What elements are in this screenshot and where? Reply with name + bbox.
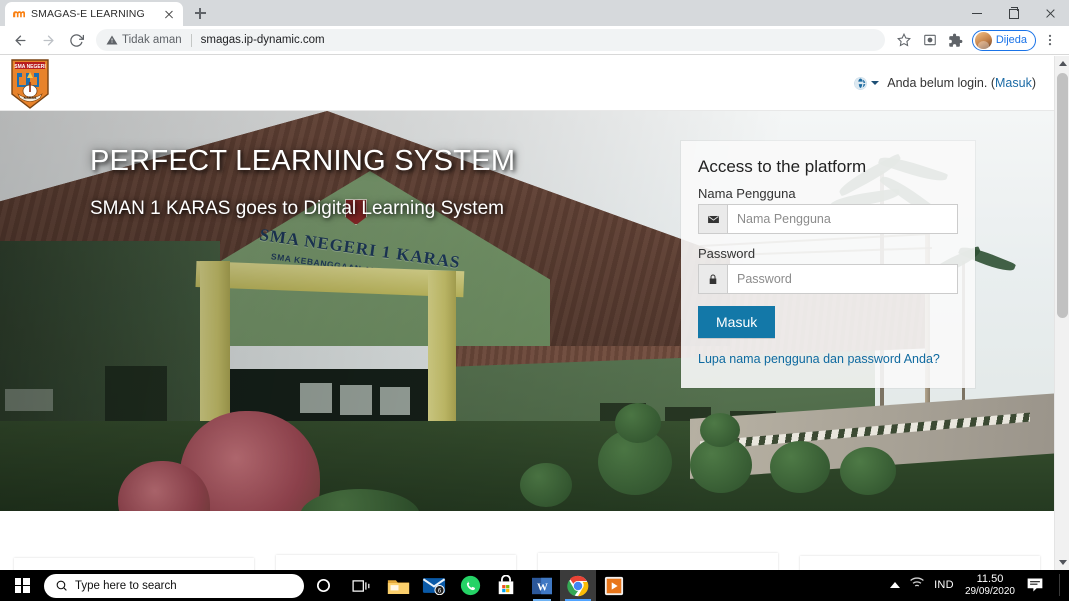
window-controls [958, 0, 1069, 26]
new-tab-button[interactable] [187, 0, 213, 26]
microsoft-store-icon[interactable] [488, 570, 524, 601]
search-input[interactable]: Type here to search [44, 573, 304, 598]
search-placeholder: Type here to search [75, 579, 177, 592]
windows-start-icon[interactable] [0, 570, 44, 601]
login-panel: Access to the platform Nama Pengguna Pas… [681, 141, 975, 388]
scroll-up-arrow-icon[interactable] [1055, 56, 1069, 71]
page-viewport: SMA NEGERI KARAS Anda belum login. (Masu… [0, 56, 1069, 570]
hero-title: PERFECT LEARNING SYSTEM [90, 145, 516, 177]
mail-icon[interactable]: 6 [416, 570, 452, 601]
language-indicator[interactable]: IND [934, 579, 954, 591]
back-arrow-icon[interactable] [7, 27, 33, 53]
globe-icon [854, 76, 868, 90]
security-indicator[interactable]: Tidak aman [106, 34, 182, 46]
chevron-up-icon[interactable] [890, 582, 901, 589]
header-right: Anda belum login. (Masuk) [853, 76, 1054, 91]
envelope-icon [699, 205, 728, 233]
password-field-row[interactable] [698, 264, 958, 294]
feature-card[interactable] [14, 558, 254, 570]
chrome-menu-icon[interactable] [1038, 28, 1062, 52]
feature-card-row [0, 553, 1054, 570]
username-label: Nama Pengguna [698, 186, 796, 201]
browser-toolbar: Tidak aman smagas.ip-dynamic.com Dijeda [0, 26, 1069, 55]
scroll-down-arrow-icon[interactable] [1055, 555, 1069, 570]
paren-close: ) [1031, 76, 1036, 90]
svg-text:W: W [537, 581, 548, 593]
system-tray: IND 11.50 29/09/2020 [890, 573, 1069, 597]
clock-time: 11.50 [976, 573, 1004, 586]
close-icon[interactable] [1032, 0, 1069, 26]
username-input[interactable] [728, 205, 957, 233]
whatsapp-icon[interactable] [452, 570, 488, 601]
forward-arrow-icon[interactable] [35, 27, 61, 53]
user-avatar [974, 31, 992, 49]
tab-strip: SMAGAS-E LEARNING [0, 0, 1069, 26]
scrollbar-thumb[interactable] [1057, 73, 1068, 318]
wifi-icon[interactable] [909, 576, 925, 594]
clock[interactable]: 11.50 29/09/2020 [963, 573, 1015, 597]
page-scrollbar[interactable] [1054, 56, 1069, 570]
hero-banner: SMA NEGERI 1 KARAS SMA KEBANGGAAN ANAK S… [0, 111, 1054, 511]
file-explorer-icon[interactable] [380, 570, 416, 601]
browser-tab[interactable]: SMAGAS-E LEARNING [5, 2, 183, 26]
svg-text:KARAS: KARAS [24, 96, 37, 100]
extensions-puzzle-icon[interactable] [944, 28, 968, 52]
omnibox-divider [190, 33, 192, 47]
tab-title: SMAGAS-E LEARNING [31, 8, 145, 20]
sman-1-karas-crest: SMA NEGERI KARAS [9, 58, 51, 110]
task-view-icon[interactable] [342, 570, 380, 601]
hero-subtitle: SMAN 1 KARAS goes to Digital Learning Sy… [90, 197, 504, 219]
clock-date: 29/09/2020 [964, 586, 1015, 598]
media-player-icon[interactable] [596, 570, 632, 601]
feature-card[interactable] [538, 553, 778, 570]
warning-triangle-icon [106, 35, 118, 45]
svg-text:SMA NEGERI: SMA NEGERI [14, 64, 46, 70]
profile-label: Dijeda [995, 34, 1027, 46]
feature-card[interactable] [276, 555, 516, 570]
windows-taskbar: Type here to search 6 W IND 11.50 29/09/… [0, 570, 1069, 601]
restore-icon[interactable] [995, 0, 1032, 26]
reload-icon[interactable] [63, 27, 89, 53]
chrome-icon[interactable] [560, 570, 596, 601]
username-field-row[interactable] [698, 204, 958, 234]
lock-icon [699, 265, 728, 293]
minimize-icon[interactable] [958, 0, 995, 26]
media-cast-icon[interactable] [918, 28, 942, 52]
header-login-link[interactable]: Masuk [995, 76, 1032, 90]
address-bar[interactable]: Tidak aman smagas.ip-dynamic.com [96, 29, 885, 51]
moodle-m-icon [12, 8, 25, 21]
search-icon [56, 580, 67, 591]
word-icon[interactable]: W [524, 570, 560, 601]
login-status: Anda belum login. (Masuk) [887, 76, 1036, 90]
hero-text-block: PERFECT LEARNING SYSTEM SMAN 1 KARAS goe… [90, 145, 650, 219]
cortana-circle-icon[interactable] [304, 570, 342, 601]
security-label: Tidak aman [122, 34, 182, 46]
login-status-text: Anda belum login. [887, 76, 988, 90]
tab-close-icon[interactable] [162, 7, 176, 21]
forgot-password-link[interactable]: Lupa nama pengguna dan password Anda? [698, 352, 958, 366]
url-text: smagas.ip-dynamic.com [200, 34, 325, 46]
profile-chip[interactable]: Dijeda [971, 29, 1036, 51]
password-label: Password [698, 246, 756, 261]
feature-card[interactable] [800, 556, 1040, 570]
browser-window: SMAGAS-E LEARNING Tidak aman smagas.ip-d [0, 0, 1069, 570]
login-heading: Access to the platform [698, 157, 867, 176]
bookmark-star-icon[interactable] [892, 28, 916, 52]
site-header: SMA NEGERI KARAS Anda belum login. (Masu… [0, 56, 1054, 111]
action-center-icon[interactable] [1024, 574, 1046, 596]
language-menu[interactable] [853, 76, 880, 91]
login-submit-button[interactable]: Masuk [698, 306, 776, 338]
chevron-down-icon [871, 81, 880, 85]
password-input[interactable] [728, 265, 957, 293]
show-desktop-button[interactable] [1059, 574, 1060, 597]
